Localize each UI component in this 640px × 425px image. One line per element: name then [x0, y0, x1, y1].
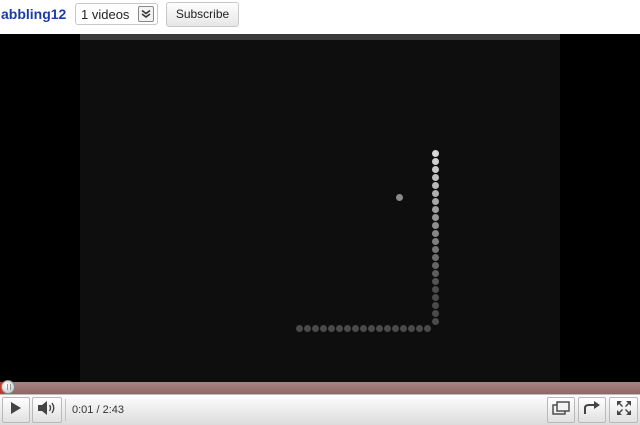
- food-pellet: [396, 194, 403, 201]
- duration: 2:43: [102, 404, 125, 416]
- channel-name-link[interactable]: abbling12: [1, 6, 66, 22]
- snake-segment: [416, 325, 423, 332]
- snake-segment: [432, 158, 439, 165]
- snake-segment: [432, 246, 439, 253]
- snake-segment: [432, 318, 439, 325]
- snake-segment: [344, 325, 351, 332]
- snake-segment: [432, 190, 439, 197]
- snake-segment: [432, 238, 439, 245]
- play-button[interactable]: [2, 397, 30, 423]
- time-display: 0:01 / 2:43: [72, 404, 124, 416]
- snake-segment: [296, 325, 303, 332]
- channel-bar: abbling12 1 videos Subscribe: [0, 0, 640, 32]
- snake-segment: [432, 174, 439, 181]
- play-icon: [10, 401, 22, 420]
- snake-segment: [424, 325, 431, 332]
- snake-segment: [320, 325, 327, 332]
- snake-segment: [432, 294, 439, 301]
- fullscreen-button[interactable]: [609, 397, 638, 423]
- share-icon: [583, 400, 601, 421]
- popout-button[interactable]: [547, 397, 575, 423]
- snake-segment: [432, 286, 439, 293]
- snake-segment: [304, 325, 311, 332]
- snake-segment: [376, 325, 383, 332]
- fullscreen-icon: [616, 400, 632, 421]
- snake-segment: [432, 262, 439, 269]
- double-chevron-down-icon[interactable]: [138, 6, 154, 22]
- videos-count-label: 1 videos: [81, 7, 130, 22]
- snake-segment: [400, 325, 407, 332]
- player-controls: 0:01 / 2:43: [0, 394, 640, 425]
- video-player[interactable]: [0, 34, 640, 382]
- scrubber-handle[interactable]: [1, 380, 15, 394]
- snake-segment: [328, 325, 335, 332]
- snake-segment: [384, 325, 391, 332]
- snake-segment: [432, 270, 439, 277]
- snake-segment: [360, 325, 367, 332]
- snake-segment: [432, 310, 439, 317]
- controls-divider: [65, 399, 66, 421]
- snake-segment: [312, 325, 319, 332]
- snake-segment: [432, 198, 439, 205]
- snake-segment: [432, 230, 439, 237]
- video-frame: [80, 34, 560, 382]
- current-time: 0:01: [72, 404, 94, 416]
- snake-segment: [432, 278, 439, 285]
- snake-segment: [432, 302, 439, 309]
- snake-segment: [352, 325, 359, 332]
- snake-segment: [432, 182, 439, 189]
- volume-icon: [37, 400, 57, 421]
- popout-icon: [552, 400, 570, 420]
- volume-button[interactable]: [32, 397, 62, 423]
- videos-count-dropdown[interactable]: 1 videos: [75, 3, 158, 25]
- snake-segment: [432, 150, 439, 157]
- snake-segment: [432, 254, 439, 261]
- snake-segment: [368, 325, 375, 332]
- snake-segment: [432, 206, 439, 213]
- snake-segment: [432, 166, 439, 173]
- progress-bar[interactable]: [0, 382, 640, 394]
- snake-segment: [432, 214, 439, 221]
- share-button[interactable]: [578, 397, 606, 423]
- snake-segment: [408, 325, 415, 332]
- video-frame-border: [80, 34, 560, 40]
- time-separator: /: [93, 404, 103, 416]
- subscribe-button[interactable]: Subscribe: [166, 2, 239, 27]
- snake-segment: [336, 325, 343, 332]
- snake-segment: [432, 222, 439, 229]
- snake-segment: [392, 325, 399, 332]
